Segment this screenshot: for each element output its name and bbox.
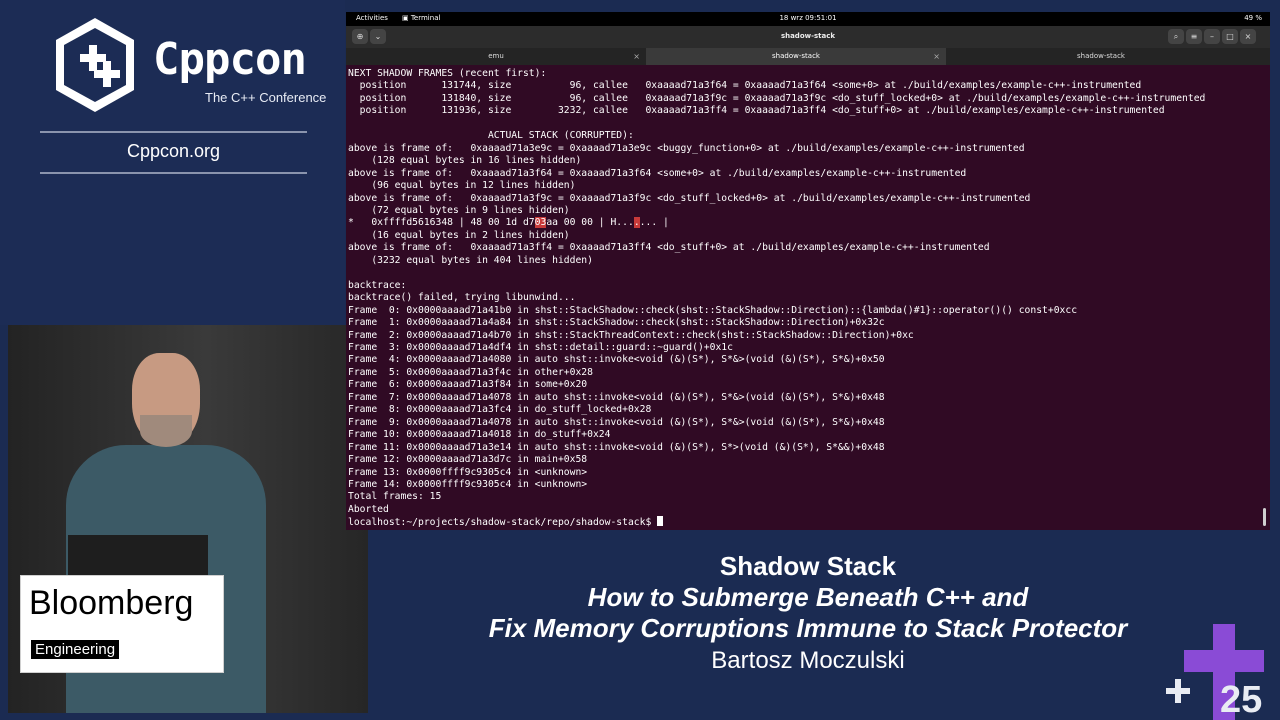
brand-panel: Cppcon The C++ Conference Cppcon.org: [0, 0, 345, 325]
tab-shadow-stack-active[interactable]: shadow-stack ×: [646, 48, 946, 65]
divider: [40, 131, 307, 133]
terminal-tabs: emu × shadow-stack × shadow-stack: [346, 48, 1270, 65]
corrupt-row-text: aa 00 00 | H...: [546, 217, 634, 229]
battery-indicator[interactable]: 49 %: [1244, 14, 1262, 22]
clock[interactable]: 18 wrz 09:51:01: [346, 14, 1270, 22]
sponsor-sub: Engineering: [31, 640, 120, 659]
terminal-line: Frame 1: 0x0000aaaad71a4a84 in shst::Sta…: [348, 317, 885, 329]
corner-badge-number: 25: [1220, 679, 1262, 720]
terminal-line: Frame 7: 0x0000aaaad71a4078 in auto shst…: [348, 391, 885, 403]
terminal-line: above is frame of: 0xaaaad71a3f64 = 0xaa…: [348, 167, 967, 179]
terminal-line: (16 equal bytes in 2 lines hidden): [348, 229, 570, 241]
gnome-top-bar: Activities ▣ Terminal 18 wrz 09:51:01 49…: [346, 12, 1270, 26]
terminal-titlebar: ⊕ ⌄ shadow-stack ⌕ ≡ – □ ×: [346, 26, 1270, 48]
terminal-line: position 131936, size 3232, callee 0xaaa…: [348, 105, 1165, 117]
terminal-line: (128 equal bytes in 16 lines hidden): [348, 155, 582, 167]
terminal-line: position 131744, size 96, callee 0xaaaad…: [348, 80, 1142, 92]
divider: [40, 172, 307, 174]
corrupt-byte-highlight: 03: [534, 217, 547, 229]
hamburger-menu-icon[interactable]: ≡: [1186, 29, 1202, 44]
terminal-line: (96 equal bytes in 12 lines hidden): [348, 180, 576, 192]
terminal-line: Frame 8: 0x0000aaaad71a3fc4 in do_stuff_…: [348, 404, 652, 416]
tab-emu[interactable]: emu ×: [346, 48, 646, 65]
tab-label: shadow-stack: [772, 52, 820, 60]
terminal-line: Frame 2: 0x0000aaaad71a4b70 in shst::Sta…: [348, 329, 914, 341]
terminal-line: Frame 13: 0x0000ffff9c9305c4 in <unknown…: [348, 466, 588, 478]
terminal-line: Frame 3: 0x0000aaaad71a4df4 in shst::det…: [348, 341, 733, 353]
terminal-line: Frame 14: 0x0000ffff9c9305c4 in <unknown…: [348, 478, 588, 490]
shell-prompt[interactable]: localhost:~/projects/shadow-stack/repo/s…: [348, 516, 1258, 529]
brand-tagline: The C++ Conference: [205, 90, 327, 105]
terminal-output[interactable]: NEXT SHADOW FRAMES (recent first): posit…: [348, 68, 1258, 530]
terminal-line: position 131840, size 96, callee 0xaaaad…: [348, 92, 1206, 104]
corrupt-row-text: ... |: [639, 217, 669, 229]
close-icon[interactable]: ×: [1240, 29, 1256, 44]
tab-close-icon[interactable]: ×: [933, 48, 940, 65]
talk-subtitle-line-2: Fix Memory Corruptions Immune to Stack P…: [488, 613, 1128, 643]
terminal-line: Total frames: 15: [348, 491, 442, 503]
tab-label: emu: [488, 52, 504, 60]
terminal-line: Frame 12: 0x0000aaaad71a3d7c in main+0x5…: [348, 454, 588, 466]
terminal-line: Frame 9: 0x0000aaaad71a4078 in auto shst…: [348, 416, 885, 428]
terminal-line: backtrace:: [348, 279, 407, 291]
tab-shadow-stack[interactable]: shadow-stack: [946, 48, 1256, 65]
window-title: shadow-stack: [780, 32, 836, 40]
maximize-icon[interactable]: □: [1222, 29, 1238, 44]
corrupt-row-text: * 0xffffd5616348 | 48 00 1d d7: [348, 217, 535, 229]
cppcon-logo-icon: [56, 18, 134, 112]
terminal-line: Frame 5: 0x0000aaaad71a3f4c in other+0x2…: [348, 366, 593, 378]
terminal-line: Frame 11: 0x0000aaaad71a3e14 in auto shs…: [348, 441, 885, 453]
sponsor-sign: Bloomberg Engineering: [20, 575, 224, 673]
terminal-line: Frame 4: 0x0000aaaad71a4080 in auto shst…: [348, 354, 885, 366]
sponsor-name: Bloomberg: [29, 584, 194, 622]
terminal-line: Frame 0: 0x0000aaaad71a41b0 in shst::Sta…: [348, 304, 1078, 316]
talk-subtitle-line-1: How to Submerge Beneath C++ and: [587, 582, 1029, 612]
minimize-icon[interactable]: –: [1204, 29, 1220, 44]
terminal-line: ACTUAL STACK (CORRUPTED):: [348, 130, 634, 142]
terminal-line: (72 equal bytes in 9 lines hidden): [348, 204, 570, 216]
prompt-text: localhost:~/projects/shadow-stack/repo/s…: [348, 517, 658, 529]
cppcon-25-badge-icon: 25: [1166, 624, 1264, 720]
tab-close-icon[interactable]: ×: [633, 48, 640, 65]
terminal-line: Frame 6: 0x0000aaaad71a3f84 in some+0x20: [348, 379, 588, 391]
talk-title: Shadow Stack: [719, 551, 897, 581]
tab-label: shadow-stack: [1077, 52, 1125, 60]
terminal-line: above is frame of: 0xaaaad71a3f9c = 0xaa…: [348, 192, 1031, 204]
brand-logo-text: Cppcon: [153, 34, 307, 85]
terminal-line: Frame 10: 0x0000aaaad71a4018 in do_stuff…: [348, 429, 611, 441]
search-icon[interactable]: ⌕: [1168, 29, 1184, 44]
site-url: Cppcon.org: [126, 141, 221, 161]
terminal-line: above is frame of: 0xaaaad71a3ff4 = 0xaa…: [348, 242, 990, 254]
terminal-line: (3232 equal bytes in 404 lines hidden): [348, 254, 593, 266]
terminal-scrollbar[interactable]: [1263, 508, 1266, 526]
terminal-line: Aborted: [348, 503, 389, 515]
terminal-line: backtrace() failed, trying libunwind...: [348, 292, 576, 304]
speaker-name: Bartosz Moczulski: [711, 647, 905, 674]
podium: [68, 535, 208, 575]
terminal-line: above is frame of: 0xaaaad71a3e9c = 0xaa…: [348, 142, 1025, 154]
text-cursor: [657, 516, 664, 527]
screen-share: Activities ▣ Terminal 18 wrz 09:51:01 49…: [346, 12, 1270, 530]
speaker-camera-feed: Bloomberg Engineering: [8, 325, 368, 713]
terminal-line-corrupted-bytes: * 0xffffd5616348 | 48 00 1d d703aa 00 00…: [348, 217, 1258, 229]
speaker-beard: [140, 415, 192, 447]
terminal-line: NEXT SHADOW FRAMES (recent first):: [348, 68, 547, 79]
